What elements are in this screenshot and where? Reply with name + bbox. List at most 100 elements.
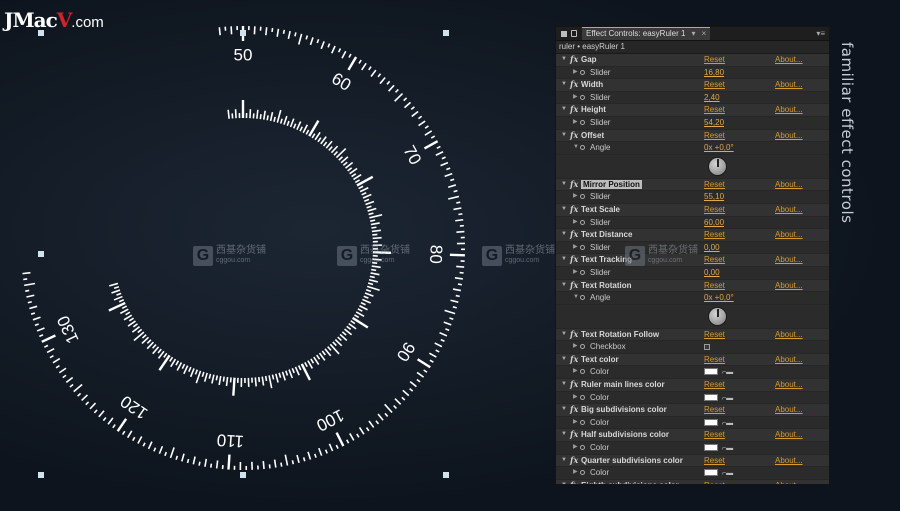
about-link[interactable]: About... [775,229,803,241]
expand-triangle-icon[interactable]: ▶ [573,341,578,353]
fx-icon[interactable]: fx [570,79,578,91]
expand-triangle-icon[interactable]: ▼ [561,204,567,216]
selection-handle[interactable] [240,30,246,36]
about-link[interactable]: About... [775,354,803,366]
param-value[interactable]: 60,00 [704,217,724,229]
reset-link[interactable]: Reset [704,229,725,241]
fx-icon[interactable]: fx [570,179,578,191]
fx-icon[interactable]: fx [570,54,578,66]
about-link[interactable]: About... [775,429,803,441]
eyedropper-icon[interactable]: ⌐▬ [722,367,733,379]
expand-triangle-icon[interactable]: ▼ [561,429,567,441]
fx-icon[interactable]: fx [570,104,578,116]
expand-triangle-icon[interactable]: ▶ [573,467,578,479]
angle-dial[interactable] [708,156,727,176]
reset-link[interactable]: Reset [704,429,725,441]
reset-link[interactable]: Reset [704,179,725,191]
effect-row[interactable]: ▼ fx Offset Reset About... [556,129,829,143]
reset-link[interactable]: Reset [704,379,725,391]
reset-link[interactable]: Reset [704,480,725,484]
expand-triangle-icon[interactable]: ▼ [561,455,567,467]
effect-row[interactable]: ▼ fx Text Distance Reset About... [556,229,829,242]
expand-triangle-icon[interactable]: ▶ [573,442,578,454]
about-link[interactable]: About... [775,179,803,191]
effect-row[interactable]: ▼ fx Ruler main lines color Reset About... [556,379,829,392]
expand-triangle-icon[interactable]: ▶ [573,217,578,229]
stopwatch-icon[interactable] [580,94,585,100]
effect-row[interactable]: ▼ fx Text Rotation Follow Reset About... [556,328,829,342]
expand-triangle-icon[interactable]: ▼ [573,292,579,304]
stopwatch-icon[interactable] [580,69,585,75]
selection-handle[interactable] [240,472,246,478]
reset-link[interactable]: Reset [704,204,725,216]
expand-triangle-icon[interactable]: ▶ [573,117,578,129]
checkbox[interactable] [704,344,710,351]
color-swatch[interactable] [704,418,718,426]
color-swatch[interactable] [704,393,718,401]
effect-row[interactable]: ▼ fx Height Reset About... [556,104,829,117]
selection-handle[interactable] [443,30,449,36]
effect-row[interactable]: ▼ fx Text color Reset About... [556,353,829,367]
about-link[interactable]: About... [775,379,803,391]
param-value[interactable]: 55,10 [704,191,724,203]
reset-link[interactable]: Reset [704,354,725,366]
fx-icon[interactable]: fx [570,329,578,341]
stopwatch-icon[interactable] [580,394,585,400]
effect-row[interactable]: ▼ fx Mirror Position Reset About... [556,178,829,192]
stopwatch-icon[interactable] [580,219,585,225]
angle-dial[interactable] [708,306,727,326]
fx-icon[interactable]: fx [570,130,578,142]
fx-icon[interactable]: fx [570,229,578,241]
selection-handle[interactable] [38,251,44,257]
color-swatch[interactable] [704,444,718,452]
effect-row[interactable]: ▼ fx Width Reset About... [556,79,829,92]
param-value[interactable]: 16,80 [704,67,724,79]
stopwatch-icon[interactable] [580,419,585,425]
param-value[interactable]: 0x +0,0° [704,292,734,304]
expand-triangle-icon[interactable]: ▶ [573,242,578,254]
fx-icon[interactable]: fx [570,429,578,441]
fx-icon[interactable]: fx [570,204,578,216]
expand-triangle-icon[interactable]: ▶ [573,191,578,203]
stopwatch-icon[interactable] [580,244,585,250]
close-icon[interactable]: × [701,28,706,40]
color-swatch[interactable] [704,469,718,477]
expand-triangle-icon[interactable]: ▼ [561,104,567,116]
fx-icon[interactable]: fx [570,379,578,391]
stopwatch-icon[interactable] [580,119,585,125]
reset-link[interactable]: Reset [704,455,725,467]
eyedropper-icon[interactable]: ⌐▬ [722,393,733,405]
expand-triangle-icon[interactable]: ▼ [561,54,567,66]
stopwatch-icon[interactable] [580,470,585,476]
param-value[interactable]: 0,00 [704,267,720,279]
stopwatch-icon[interactable] [580,269,585,275]
fx-icon[interactable]: fx [570,480,578,484]
effect-row[interactable]: ▼ fx Text Rotation Reset About... [556,279,829,293]
param-value[interactable]: 0,00 [704,242,720,254]
lock-icon[interactable] [571,30,577,37]
stopwatch-icon[interactable] [580,295,585,301]
expand-triangle-icon[interactable]: ▼ [561,354,567,366]
reset-link[interactable]: Reset [704,254,725,266]
chevron-down-icon[interactable]: ▾ [691,28,695,40]
about-link[interactable]: About... [775,104,803,116]
tab-effect-controls[interactable]: Effect Controls: easyRuler 1 ▾ × [582,27,711,40]
reset-link[interactable]: Reset [704,280,725,292]
effect-row[interactable]: ▼ fx Half subdivisions color Reset About... [556,429,829,443]
param-value[interactable]: 54,20 [704,117,724,129]
effect-row[interactable]: ▼fxEighth subdivisions color Reset About..… [556,479,829,484]
eyedropper-icon[interactable]: ⌐▬ [722,418,733,430]
eyedropper-icon[interactable]: ⌐▬ [722,443,733,455]
effect-row[interactable]: ▼ fx Quarter subdivisions color Reset About.… [556,454,829,468]
effect-row[interactable]: ▼ fx Gap Reset About... [556,54,829,67]
about-link[interactable]: About... [775,254,803,266]
param-value[interactable]: 0x +0,0° [704,142,734,154]
expand-triangle-icon[interactable]: ▼ [561,404,567,416]
fx-icon[interactable]: fx [570,404,578,416]
eyedropper-icon[interactable]: ⌐▬ [722,468,733,480]
selection-handle[interactable] [38,472,44,478]
panel-menu-icon[interactable]: ▾≡ [816,29,825,38]
expand-triangle-icon[interactable]: ▼ [561,79,567,91]
reset-link[interactable]: Reset [704,404,725,416]
stopwatch-icon[interactable] [580,194,585,200]
